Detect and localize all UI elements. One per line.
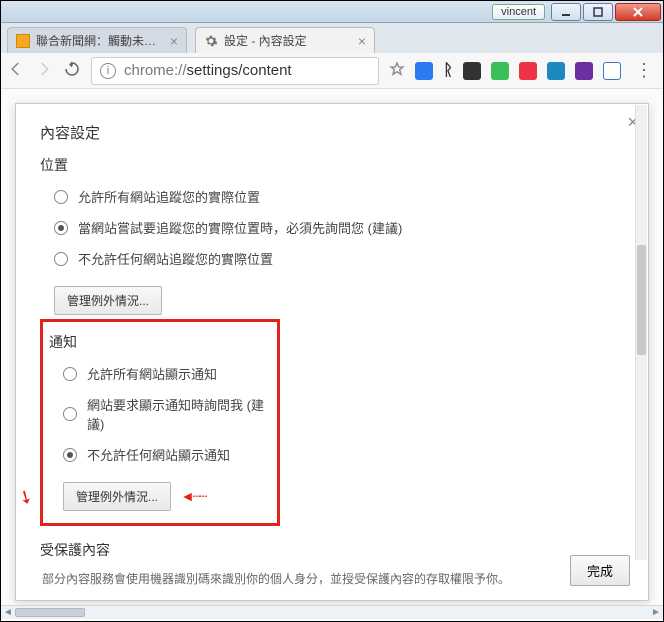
- notifications-allow-option[interactable]: 允許所有網站顯示通知: [63, 364, 271, 383]
- favicon-icon: [16, 34, 30, 48]
- close-button[interactable]: [615, 3, 661, 21]
- extension-icon[interactable]: [547, 62, 565, 80]
- location-manage-exceptions-button[interactable]: 管理例外情況...: [54, 286, 162, 315]
- extension-icon[interactable]: [603, 62, 621, 80]
- extension-icon[interactable]: [415, 62, 433, 80]
- toolbar: i chrome://settings/content ᚱ ⋮: [1, 53, 663, 89]
- radio-label: 不允許任何網站顯示通知: [87, 445, 230, 464]
- maximize-button[interactable]: [583, 3, 613, 21]
- radio-label: 不允許任何網站追蹤您的實際位置: [78, 249, 273, 268]
- site-info-icon[interactable]: i: [100, 63, 116, 79]
- minimize-button[interactable]: [551, 3, 581, 21]
- radio-icon: [63, 407, 77, 421]
- done-button[interactable]: 完成: [570, 555, 630, 586]
- notifications-manage-exceptions-button[interactable]: 管理例外情況...: [63, 482, 171, 511]
- location-allow-option[interactable]: 允許所有網站追蹤您的實際位置: [54, 187, 624, 206]
- radio-label: 當網站嘗試要追蹤您的實際位置時，必須先詢問您 (建議): [78, 218, 402, 237]
- radio-icon: [54, 190, 68, 204]
- omnibox[interactable]: i chrome://settings/content: [91, 57, 379, 85]
- notifications-ask-option[interactable]: 網站要求顯示通知時詢問我 (建議): [63, 395, 271, 433]
- scrollbar-thumb[interactable]: [637, 245, 646, 355]
- notifications-highlight-box: 通知 允許所有網站顯示通知 網站要求顯示通知時詢問我 (建議) 不允許任何網站顯…: [40, 319, 280, 526]
- location-ask-option[interactable]: 當網站嘗試要追蹤您的實際位置時，必須先詢問您 (建議): [54, 218, 624, 237]
- notifications-block-option[interactable]: 不允許任何網站顯示通知: [63, 445, 271, 464]
- annotation-arrow-icon: ◄┄┄: [181, 488, 206, 505]
- gear-icon: [204, 34, 218, 48]
- dialog-title: 內容設定: [40, 122, 624, 143]
- tab-close-icon[interactable]: ×: [170, 33, 178, 49]
- notifications-radio-group: 允許所有網站顯示通知 網站要求顯示通知時詢問我 (建議) 不允許任何網站顯示通知: [49, 364, 271, 464]
- location-radio-group: 允許所有網站追蹤您的實際位置 當網站嘗試要追蹤您的實際位置時，必須先詢問您 (建…: [40, 187, 624, 268]
- radio-label: 允許所有網站追蹤您的實際位置: [78, 187, 260, 206]
- reload-button[interactable]: [63, 60, 81, 81]
- radio-icon: [63, 448, 77, 462]
- protected-description: 部分內容服務會使用機器識別碼來識別你的個人身分，並授受保護內容的存取權限予你。: [40, 570, 624, 587]
- radio-icon: [54, 252, 68, 266]
- radio-label: 允許所有網站顯示通知: [87, 364, 217, 383]
- section-protected-heading: 受保護內容: [40, 540, 624, 560]
- scroll-left-icon[interactable]: ◄: [1, 606, 15, 619]
- url-scheme: chrome://: [124, 62, 187, 79]
- window-controls: [551, 3, 661, 21]
- section-notifications-heading: 通知: [49, 332, 271, 352]
- flipboard-icon[interactable]: [519, 62, 537, 80]
- tab-title: 聯合新聞網：觸動未來 新: [36, 32, 166, 49]
- forward-button[interactable]: [35, 60, 53, 81]
- window-titlebar: vincent: [1, 1, 663, 23]
- section-location-heading: 位置: [40, 155, 624, 175]
- scroll-right-icon[interactable]: ►: [649, 606, 663, 619]
- dialog-scrollbar[interactable]: [635, 105, 647, 560]
- extension-icon[interactable]: [463, 62, 481, 80]
- radio-label: 網站要求顯示通知時詢問我 (建議): [87, 395, 271, 433]
- onenote-icon[interactable]: [575, 62, 593, 80]
- user-chip[interactable]: vincent: [492, 4, 545, 20]
- window-horizontal-scrollbar[interactable]: ◄ ►: [1, 605, 663, 619]
- bookmark-star-icon[interactable]: [389, 61, 405, 80]
- evernote-icon[interactable]: [491, 62, 509, 80]
- scrollbar-thumb[interactable]: [15, 608, 85, 617]
- content-settings-dialog: × 內容設定 位置 允許所有網站追蹤您的實際位置 當網站嘗試要追蹤您的實際位置時…: [15, 103, 649, 601]
- tab-strip: 聯合新聞網：觸動未來 新 × 設定 - 內容設定 ×: [1, 23, 663, 53]
- tab-close-icon[interactable]: ×: [358, 33, 366, 49]
- tab-settings[interactable]: 設定 - 內容設定 ×: [195, 27, 375, 53]
- radio-icon: [54, 221, 68, 235]
- location-block-option[interactable]: 不允許任何網站追蹤您的實際位置: [54, 249, 624, 268]
- tab-news[interactable]: 聯合新聞網：觸動未來 新 ×: [7, 27, 187, 53]
- page-content: × 內容設定 位置 允許所有網站追蹤您的實際位置 當網站嘗試要追蹤您的實際位置時…: [1, 89, 663, 619]
- url-path: settings/content: [187, 62, 292, 79]
- protected-content-section: 受保護內容 部分內容服務會使用機器識別碼來識別你的個人身分，並授受保護內容的存取…: [40, 540, 624, 587]
- extension-icon[interactable]: ᚱ: [443, 62, 453, 80]
- radio-icon: [63, 367, 77, 381]
- tab-title: 設定 - 內容設定: [224, 32, 354, 49]
- chrome-menu-icon[interactable]: ⋮: [631, 60, 657, 81]
- back-button[interactable]: [7, 60, 25, 81]
- extension-icons: ᚱ: [415, 62, 621, 80]
